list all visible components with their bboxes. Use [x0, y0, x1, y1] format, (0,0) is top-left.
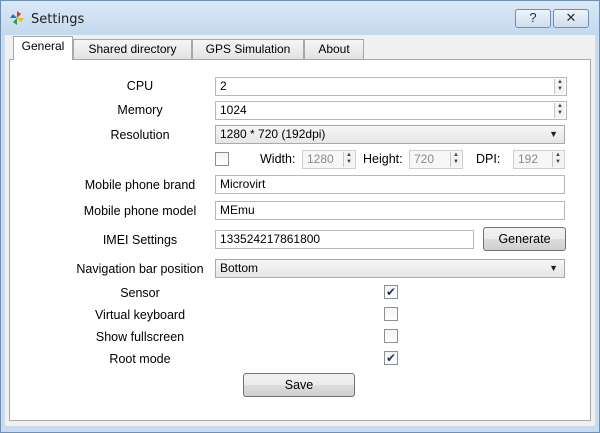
navbar-select[interactable]: Bottom ▼: [215, 259, 565, 278]
imei-label: IMEI Settings: [102, 233, 178, 247]
virtual-keyboard-label: Virtual keyboard: [94, 308, 186, 322]
checkmark-icon: ✔: [385, 285, 397, 299]
spin-up-icon[interactable]: ▲: [344, 152, 354, 159]
sensor-checkbox[interactable]: ✔: [384, 285, 398, 299]
help-button[interactable]: ?: [515, 9, 551, 28]
height-value: 720: [414, 152, 435, 166]
custom-resolution-checkbox[interactable]: [215, 152, 229, 166]
root-mode-label: Root mode: [109, 352, 171, 366]
root-mode-checkbox[interactable]: ✔: [384, 351, 398, 365]
cpu-spinbox[interactable]: 2 ▲ ▼: [215, 77, 567, 96]
width-label: Width:: [260, 152, 296, 166]
model-label: Mobile phone model: [83, 204, 197, 218]
pinwheel-icon: [10, 11, 24, 25]
navbar-label: Navigation bar position: [76, 262, 204, 276]
tab-gps-simulation[interactable]: GPS Simulation: [192, 39, 304, 59]
brand-input[interactable]: Microvirt: [215, 175, 565, 194]
width-spinbox[interactable]: 1280 ▲ ▼: [302, 150, 356, 169]
spin-up-icon[interactable]: ▲: [451, 152, 461, 159]
window-title: Settings: [31, 12, 85, 27]
width-spin-buttons[interactable]: ▲ ▼: [343, 152, 354, 167]
height-label: Height:: [363, 152, 403, 166]
cpu-value: 2: [220, 79, 227, 93]
model-input[interactable]: MEmu: [215, 201, 565, 220]
settings-window: Settings ? ✕ General Shared directory GP…: [0, 0, 600, 433]
sensor-label: Sensor: [120, 286, 160, 300]
tab-shared-directory[interactable]: Shared directory: [73, 39, 192, 59]
general-panel: CPU 2 ▲ ▼ Memory 1024 ▲ ▼ Resolution 1280 …: [9, 59, 591, 421]
checkmark-icon: ✔: [385, 351, 397, 365]
memory-spinbox[interactable]: 1024 ▲ ▼: [215, 101, 567, 120]
cpu-label: CPU: [126, 79, 154, 93]
memory-label: Memory: [117, 103, 163, 117]
height-spinbox[interactable]: 720 ▲ ▼: [409, 150, 463, 169]
generate-button[interactable]: Generate: [483, 227, 566, 251]
spin-up-icon[interactable]: ▲: [555, 79, 565, 86]
brand-label: Mobile phone brand: [84, 178, 196, 192]
chevron-down-icon: ▼: [549, 263, 558, 273]
dpi-label: DPI:: [476, 152, 501, 166]
chevron-down-icon: ▼: [549, 129, 558, 139]
height-spin-buttons[interactable]: ▲ ▼: [450, 152, 461, 167]
spin-down-icon[interactable]: ▼: [451, 159, 461, 166]
width-value: 1280: [307, 152, 334, 166]
cpu-spin-buttons[interactable]: ▲ ▼: [554, 79, 565, 94]
title-bar[interactable]: Settings ? ✕: [1, 1, 599, 35]
tab-general[interactable]: General: [13, 36, 73, 60]
resolution-value: 1280 * 720 (192dpi): [220, 127, 326, 141]
dpi-spinbox[interactable]: 192 ▲ ▼: [513, 150, 565, 169]
memory-spin-buttons[interactable]: ▲ ▼: [554, 103, 565, 118]
save-button[interactable]: Save: [243, 373, 355, 397]
resolution-label: Resolution: [110, 128, 170, 142]
spin-down-icon[interactable]: ▼: [555, 86, 565, 93]
dpi-value: 192: [518, 152, 539, 166]
fullscreen-label: Show fullscreen: [95, 330, 185, 344]
spin-down-icon[interactable]: ▼: [555, 110, 565, 117]
resolution-select[interactable]: 1280 * 720 (192dpi) ▼: [215, 125, 565, 144]
dpi-spin-buttons[interactable]: ▲ ▼: [552, 152, 563, 167]
dialog-client-area: General Shared directory GPS Simulation …: [5, 35, 595, 426]
spin-up-icon[interactable]: ▲: [555, 103, 565, 110]
spin-down-icon[interactable]: ▼: [553, 159, 563, 166]
spin-up-icon[interactable]: ▲: [553, 152, 563, 159]
navbar-value: Bottom: [220, 261, 259, 275]
close-button[interactable]: ✕: [553, 9, 589, 28]
virtual-keyboard-checkbox[interactable]: [384, 307, 398, 321]
spin-down-icon[interactable]: ▼: [344, 159, 354, 166]
tab-about[interactable]: About: [304, 39, 364, 59]
fullscreen-checkbox[interactable]: [384, 329, 398, 343]
memory-value: 1024: [220, 103, 247, 117]
imei-input[interactable]: 133524217861800: [215, 230, 474, 249]
